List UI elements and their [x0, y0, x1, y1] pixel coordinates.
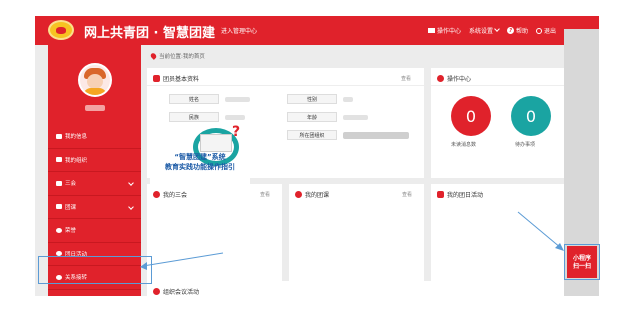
arrow-to-mini-program — [517, 211, 562, 249]
arrow-to-transfer — [142, 252, 224, 267]
annotation-arrows — [140, 211, 564, 270]
arrowhead-left — [140, 262, 147, 270]
screenshot-stage: 网上共青团 · 智慧团建 进入管理中心 操作中心 系统设置 ? 帮助 退出 我的信… — [0, 0, 631, 309]
